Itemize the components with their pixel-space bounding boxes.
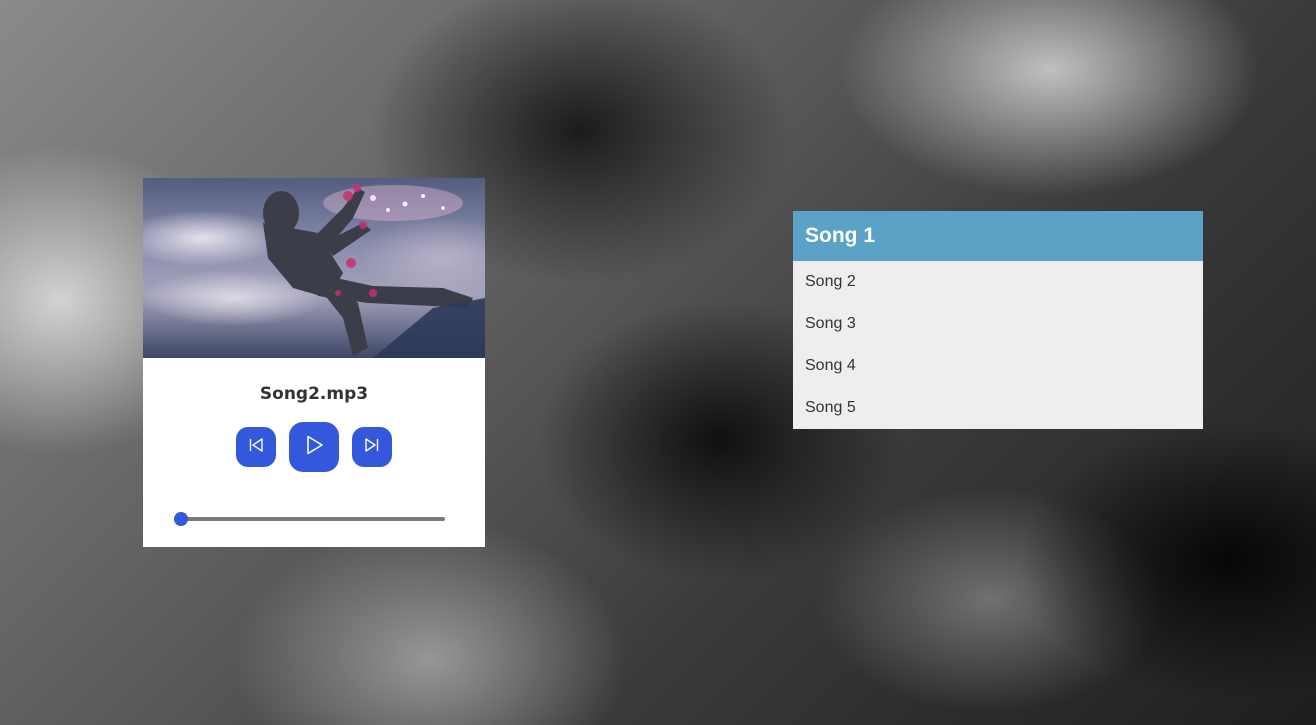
playlist-item-song-3[interactable]: Song 3 [793, 303, 1203, 345]
previous-button[interactable] [236, 427, 276, 467]
progress-slider[interactable] [174, 512, 445, 526]
skip-forward-icon [363, 436, 381, 459]
playlist: Song 1 Song 2 Song 3 Song 4 Song 5 [793, 211, 1203, 429]
next-button[interactable] [352, 427, 392, 467]
progress-track[interactable] [181, 517, 445, 521]
play-button[interactable] [289, 422, 339, 472]
album-cover-image [143, 178, 485, 358]
progress-thumb[interactable] [174, 512, 188, 526]
playlist-item-song-5[interactable]: Song 5 [793, 387, 1203, 429]
playlist-item-song-1[interactable]: Song 1 [793, 211, 1203, 261]
music-player: Song2.mp3 [143, 178, 485, 547]
skip-back-icon [247, 436, 265, 459]
playlist-item-song-2[interactable]: Song 2 [793, 261, 1203, 303]
playlist-item-song-4[interactable]: Song 4 [793, 345, 1203, 387]
track-title: Song2.mp3 [259, 384, 369, 404]
play-icon [303, 434, 325, 461]
